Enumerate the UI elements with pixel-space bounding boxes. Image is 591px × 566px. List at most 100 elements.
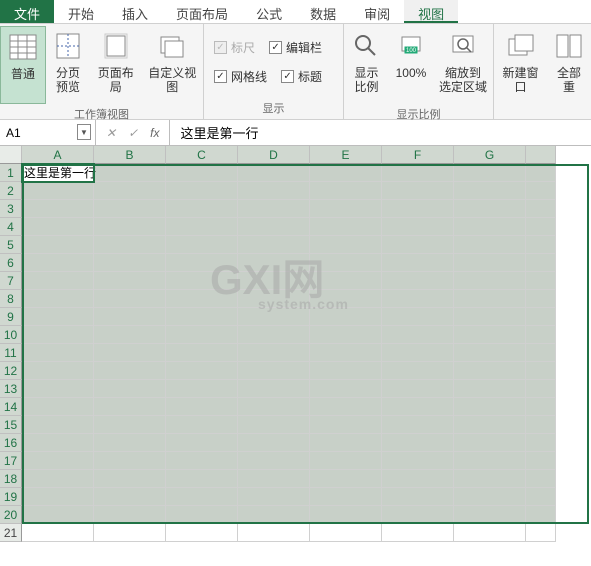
cell[interactable] [238, 182, 310, 200]
cell[interactable] [22, 452, 94, 470]
zoom-to-selection-button[interactable]: 缩放到 选定区域 [433, 26, 493, 104]
cell[interactable] [526, 452, 556, 470]
cell[interactable] [22, 200, 94, 218]
cell[interactable] [526, 254, 556, 272]
row-header[interactable]: 1 [0, 164, 22, 182]
cell[interactable] [166, 488, 238, 506]
cell[interactable] [166, 398, 238, 416]
tab-view[interactable]: 视图 [404, 0, 458, 23]
cell[interactable] [238, 470, 310, 488]
cell[interactable] [166, 272, 238, 290]
cell[interactable] [382, 452, 454, 470]
cell[interactable] [382, 380, 454, 398]
tab-page-layout[interactable]: 页面布局 [162, 0, 242, 23]
zoom-button[interactable]: 显示比例 [344, 26, 389, 104]
select-all-corner[interactable] [0, 146, 22, 164]
row-header[interactable]: 12 [0, 362, 22, 380]
cell[interactable] [94, 344, 166, 362]
cell[interactable] [526, 398, 556, 416]
cell[interactable] [454, 362, 526, 380]
column-header[interactable]: A [22, 146, 94, 164]
cell[interactable] [94, 254, 166, 272]
cell[interactable] [454, 488, 526, 506]
cell[interactable] [310, 308, 382, 326]
cell[interactable] [166, 236, 238, 254]
cell[interactable] [526, 164, 556, 182]
cell[interactable] [526, 488, 556, 506]
cell[interactable] [382, 218, 454, 236]
cell[interactable] [310, 200, 382, 218]
cell[interactable] [526, 416, 556, 434]
cell[interactable] [382, 308, 454, 326]
cell[interactable] [166, 380, 238, 398]
formula-input[interactable]: 这里是第一行 [170, 123, 591, 142]
cell[interactable] [94, 398, 166, 416]
cell[interactable] [382, 164, 454, 182]
tab-formulas[interactable]: 公式 [242, 0, 296, 23]
cell[interactable] [22, 236, 94, 254]
cell[interactable] [454, 380, 526, 398]
column-header[interactable]: B [94, 146, 166, 164]
cell[interactable] [94, 524, 166, 542]
cell[interactable] [454, 164, 526, 182]
cell[interactable] [166, 416, 238, 434]
headings-checkbox[interactable]: ✓ 标题 [281, 68, 322, 85]
cell[interactable] [166, 434, 238, 452]
cell[interactable] [166, 452, 238, 470]
cell[interactable] [238, 506, 310, 524]
cell[interactable] [454, 326, 526, 344]
cell[interactable] [526, 290, 556, 308]
cell[interactable] [94, 362, 166, 380]
row-header[interactable]: 17 [0, 452, 22, 470]
cell[interactable] [310, 398, 382, 416]
cell[interactable] [94, 164, 166, 182]
cell[interactable] [454, 506, 526, 524]
row-header[interactable]: 21 [0, 524, 22, 542]
cell[interactable] [310, 326, 382, 344]
cell[interactable] [454, 236, 526, 254]
cell[interactable] [94, 236, 166, 254]
cancel-formula-icon[interactable]: ✕ [106, 126, 116, 140]
cell[interactable] [454, 416, 526, 434]
cell[interactable] [166, 344, 238, 362]
column-header[interactable]: C [166, 146, 238, 164]
cell[interactable] [22, 470, 94, 488]
cell[interactable] [238, 380, 310, 398]
row-header[interactable]: 3 [0, 200, 22, 218]
cell[interactable] [22, 524, 94, 542]
cell[interactable] [310, 470, 382, 488]
name-box[interactable]: A1 ▼ [0, 120, 96, 145]
cell[interactable] [238, 218, 310, 236]
cell[interactable] [94, 218, 166, 236]
cell[interactable] [454, 308, 526, 326]
tab-review[interactable]: 审阅 [350, 0, 404, 23]
cell[interactable] [238, 272, 310, 290]
cell[interactable] [526, 182, 556, 200]
cell[interactable] [22, 182, 94, 200]
tab-insert[interactable]: 插入 [108, 0, 162, 23]
formula-bar-checkbox[interactable]: ✓ 编辑栏 [269, 39, 322, 56]
cell[interactable] [94, 380, 166, 398]
row-header[interactable]: 15 [0, 416, 22, 434]
normal-view-button[interactable]: 普通 [0, 26, 46, 104]
cell[interactable] [94, 488, 166, 506]
cell[interactable] [526, 344, 556, 362]
page-break-preview-button[interactable]: 分页 预览 [46, 26, 90, 104]
cell[interactable] [22, 344, 94, 362]
cell[interactable] [382, 254, 454, 272]
cell[interactable] [166, 524, 238, 542]
column-header[interactable]: G [454, 146, 526, 164]
cell[interactable] [526, 200, 556, 218]
cell[interactable] [382, 290, 454, 308]
cell[interactable] [22, 362, 94, 380]
cell[interactable] [526, 326, 556, 344]
cell[interactable] [166, 470, 238, 488]
cell[interactable] [310, 182, 382, 200]
cell[interactable] [382, 272, 454, 290]
cell[interactable] [94, 182, 166, 200]
cell[interactable] [454, 344, 526, 362]
cell[interactable] [22, 488, 94, 506]
row-header[interactable]: 5 [0, 236, 22, 254]
cell[interactable] [310, 434, 382, 452]
cell[interactable] [526, 308, 556, 326]
